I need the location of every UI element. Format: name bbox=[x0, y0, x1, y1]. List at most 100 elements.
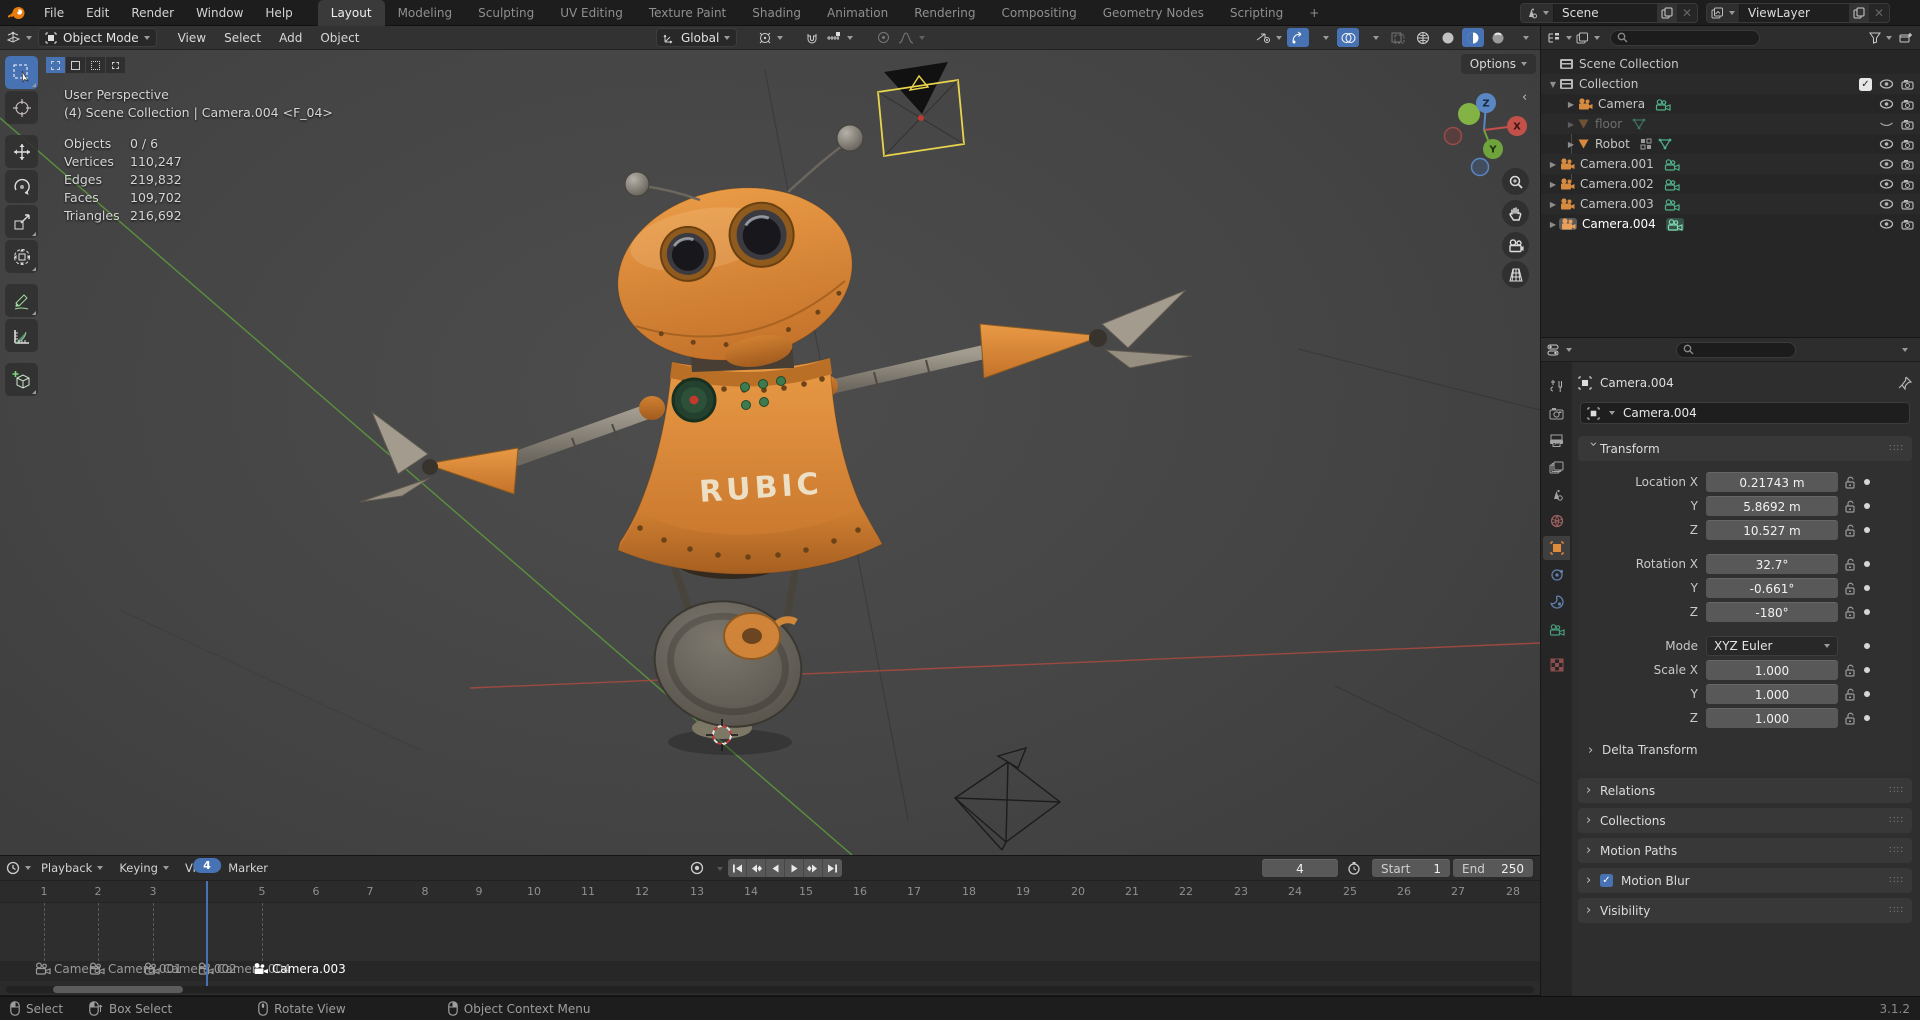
tab-physics[interactable] bbox=[1543, 590, 1570, 614]
motion-blur-panel-header[interactable]: › ✓ Motion Blur ∷∷ bbox=[1578, 868, 1912, 893]
expand-arrow-icon[interactable]: ▼ bbox=[1547, 80, 1559, 89]
navigation-gizmo[interactable]: Z X Y bbox=[1438, 88, 1530, 180]
camera-004-object[interactable] bbox=[877, 62, 965, 158]
timeline-scrollbar[interactable] bbox=[6, 986, 1534, 993]
remove-view-layer-button[interactable]: ✕ bbox=[1869, 6, 1889, 20]
tab-scene[interactable] bbox=[1543, 482, 1570, 506]
tab-output[interactable] bbox=[1543, 428, 1570, 452]
editor-type-button[interactable] bbox=[4, 28, 34, 47]
shading-solid-button[interactable] bbox=[1437, 28, 1459, 47]
transform-panel-header[interactable]: › Transform ∷∷ bbox=[1578, 436, 1912, 461]
viewport-menu-object[interactable]: Object bbox=[311, 31, 368, 45]
jump-to-start-button[interactable] bbox=[728, 859, 747, 877]
tab-view-layer[interactable] bbox=[1543, 455, 1570, 479]
hide-eye-icon[interactable] bbox=[1879, 79, 1894, 89]
hide-eye-icon[interactable] bbox=[1879, 199, 1894, 209]
workspace-tab-scripting[interactable]: Scripting bbox=[1217, 0, 1296, 26]
play-reverse-button[interactable] bbox=[766, 859, 785, 877]
use-preview-range-button[interactable] bbox=[1343, 859, 1365, 878]
tool-transform[interactable] bbox=[5, 240, 38, 273]
animate-dot[interactable] bbox=[1864, 609, 1870, 615]
panel-grip-icon[interactable]: ∷∷ bbox=[1889, 905, 1904, 916]
menu-help[interactable]: Help bbox=[254, 0, 303, 26]
current-frame-indicator[interactable]: 4 bbox=[193, 858, 221, 873]
workspace-tab-rendering[interactable]: Rendering bbox=[901, 0, 988, 26]
outliner-editor-type-button[interactable] bbox=[1545, 28, 1574, 47]
camera-view-button[interactable] bbox=[1502, 232, 1529, 259]
tool-measure[interactable] bbox=[5, 319, 38, 352]
animate-dot[interactable] bbox=[1864, 585, 1870, 591]
tab-texture[interactable] bbox=[1543, 653, 1570, 677]
shading-material-preview-button[interactable] bbox=[1462, 28, 1484, 47]
zoom-view-button[interactable] bbox=[1502, 168, 1529, 195]
outliner-filter-button[interactable] bbox=[1867, 28, 1894, 47]
lock-open-icon[interactable] bbox=[1844, 712, 1856, 725]
disable-render-camera-icon[interactable] bbox=[1901, 99, 1914, 110]
menu-file[interactable]: File bbox=[33, 0, 75, 26]
new-collection-button[interactable] bbox=[1894, 28, 1916, 47]
expand-arrow-icon[interactable]: ▶ bbox=[1547, 220, 1559, 229]
outliner-item-camera-002[interactable]: ▶ Camera.002 bbox=[1541, 174, 1920, 194]
panel-grip-icon[interactable]: ∷∷ bbox=[1889, 815, 1904, 826]
outliner-search-input[interactable] bbox=[1610, 29, 1760, 46]
jump-to-end-button[interactable] bbox=[823, 859, 842, 877]
pivot-point-button[interactable] bbox=[756, 28, 785, 47]
scene-name[interactable]: Scene bbox=[1554, 4, 1657, 22]
expand-arrow-icon[interactable]: ▶ bbox=[1565, 120, 1577, 129]
expand-arrow-icon[interactable]: ▶ bbox=[1547, 160, 1559, 169]
view-layer-name[interactable]: ViewLayer bbox=[1740, 4, 1849, 22]
menu-edit[interactable]: Edit bbox=[75, 0, 120, 26]
rotation-z-field[interactable]: -180° bbox=[1706, 602, 1838, 622]
hidden-eye-closed-icon[interactable] bbox=[1879, 119, 1894, 129]
disable-render-camera-icon[interactable] bbox=[1901, 219, 1914, 230]
rotation-mode-dropdown[interactable]: XYZ Euler bbox=[1706, 636, 1838, 656]
pan-view-button[interactable] bbox=[1502, 200, 1529, 227]
location-y-field[interactable]: 5.8692 m bbox=[1706, 496, 1838, 516]
viewport-menu-view[interactable]: View bbox=[169, 31, 215, 45]
collections-panel-header[interactable]: › Collections ∷∷ bbox=[1578, 808, 1912, 833]
marker-camera-003-selected[interactable]: Camera.003 bbox=[252, 962, 346, 976]
unlink-scene-button[interactable]: ✕ bbox=[1677, 6, 1697, 20]
animate-dot[interactable] bbox=[1864, 561, 1870, 567]
hide-eye-icon[interactable] bbox=[1879, 139, 1894, 149]
outliner-item-camera-004[interactable]: ▶ Camera.004 bbox=[1541, 214, 1920, 234]
prev-keyframe-button[interactable] bbox=[747, 859, 766, 877]
delta-transform-subpanel[interactable]: › Delta Transform bbox=[1578, 739, 1908, 761]
properties-options-chevron[interactable] bbox=[1902, 347, 1908, 352]
panel-grip-icon[interactable]: ∷∷ bbox=[1889, 845, 1904, 856]
outliner-item-robot[interactable]: ▶ Robot bbox=[1541, 134, 1920, 154]
tool-cursor[interactable] bbox=[5, 91, 38, 124]
relations-panel-header[interactable]: › Relations ∷∷ bbox=[1578, 778, 1912, 803]
timeline-playhead[interactable] bbox=[206, 881, 208, 989]
xray-toggle-button[interactable] bbox=[1387, 28, 1409, 47]
animate-dot[interactable] bbox=[1864, 479, 1870, 485]
scale-z-field[interactable]: 1.000 bbox=[1706, 708, 1838, 728]
expand-arrow-icon[interactable]: ▶ bbox=[1547, 200, 1559, 209]
snap-settings-button[interactable] bbox=[824, 28, 855, 47]
motion-blur-checkbox[interactable]: ✓ bbox=[1600, 874, 1613, 887]
tab-constraints[interactable] bbox=[1543, 563, 1570, 587]
lock-open-icon[interactable] bbox=[1844, 476, 1856, 489]
options-button[interactable]: Options bbox=[1460, 54, 1536, 74]
blender-logo-icon[interactable] bbox=[0, 5, 33, 20]
select-mode-intersect[interactable] bbox=[106, 57, 125, 73]
tool-annotate[interactable] bbox=[5, 284, 38, 317]
scale-x-field[interactable]: 1.000 bbox=[1706, 660, 1838, 680]
proportional-falloff-button[interactable] bbox=[896, 28, 927, 47]
workspace-tab-uv-editing[interactable]: UV Editing bbox=[547, 0, 636, 26]
select-mode-extend[interactable] bbox=[66, 57, 85, 73]
tool-select-box[interactable] bbox=[5, 56, 38, 89]
animate-dot[interactable] bbox=[1864, 527, 1870, 533]
panel-grip-icon[interactable]: ∷∷ bbox=[1889, 443, 1904, 454]
current-frame-field[interactable]: 4 bbox=[1262, 859, 1338, 877]
workspace-tab-shading[interactable]: Shading bbox=[739, 0, 814, 26]
workspace-tab-texture-paint[interactable]: Texture Paint bbox=[636, 0, 739, 26]
auto-keying-dropdown[interactable] bbox=[717, 867, 723, 871]
properties-search-input[interactable] bbox=[1675, 341, 1796, 358]
proportional-editing-button[interactable] bbox=[872, 28, 894, 47]
toggle-ortho-button[interactable] bbox=[1502, 261, 1529, 288]
expand-arrow-icon[interactable]: ▶ bbox=[1547, 180, 1559, 189]
disable-render-camera-icon[interactable] bbox=[1901, 79, 1914, 90]
animate-dot[interactable] bbox=[1864, 643, 1870, 649]
new-scene-button[interactable] bbox=[1656, 4, 1677, 22]
